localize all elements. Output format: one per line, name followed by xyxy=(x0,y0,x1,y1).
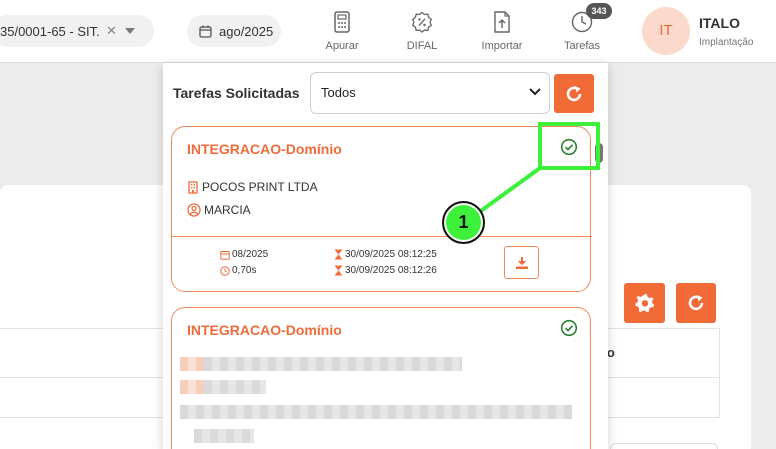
annotation-marker: 1 xyxy=(442,201,485,244)
annotation-connector xyxy=(476,166,542,215)
annotation-highlight-box xyxy=(538,122,600,170)
